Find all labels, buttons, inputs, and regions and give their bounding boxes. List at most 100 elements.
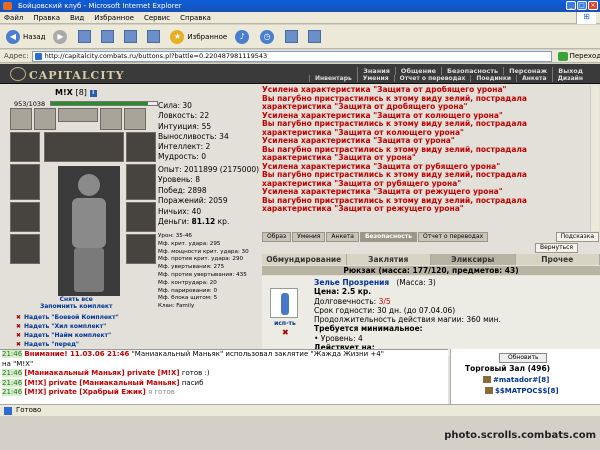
- remember-set-link[interactable]: Запомнить комплект: [40, 303, 112, 310]
- equipment-links: Снять все Запомнить комплект: [40, 296, 112, 310]
- slot-earrings[interactable]: [10, 108, 32, 130]
- go-button[interactable]: Переход: [558, 52, 600, 61]
- tab-skills[interactable]: Умения: [292, 232, 326, 242]
- slot-gloves[interactable]: [10, 234, 40, 264]
- hint-button[interactable]: Подсказка: [555, 232, 599, 242]
- character-name[interactable]: M!X [8] i: [55, 88, 97, 97]
- set-link-heal[interactable]: Надеть "Хил комплект": [16, 323, 119, 330]
- tab-other[interactable]: Прочее: [516, 254, 600, 265]
- chat-line: 21:46 [Маниакальный Маньяк] private [M!X…: [2, 369, 210, 377]
- slot-boots[interactable]: [126, 234, 156, 264]
- history-icon: ◷: [260, 29, 275, 44]
- return-button[interactable]: Вернуться: [535, 243, 579, 253]
- set-link-hire[interactable]: Надеть "Найм комплект": [16, 332, 119, 339]
- media-icon: ♪: [235, 29, 250, 44]
- item-mass: (Масса: 3): [396, 278, 436, 287]
- slot-necklace[interactable]: [34, 108, 56, 130]
- character-figure: [58, 166, 120, 296]
- slot-ring-1[interactable]: [100, 108, 122, 130]
- tab-profile[interactable]: Анкета: [326, 232, 359, 242]
- item-details: Зелье Прозрения (Масса: 3) Цена: 2.5 кр.…: [314, 278, 501, 352]
- tab-spells[interactable]: Заклятия: [347, 254, 431, 265]
- refresh-button[interactable]: [101, 30, 116, 43]
- nav-communication[interactable]: Общение: [394, 67, 441, 75]
- print-button[interactable]: [308, 30, 323, 43]
- slot-helmet[interactable]: [10, 132, 40, 162]
- slot-belt[interactable]: [58, 108, 98, 122]
- game-header: CAPITALCITY Знания Общение Безопасность …: [0, 64, 600, 84]
- nav-knowledge[interactable]: Знания: [357, 67, 395, 75]
- mod-crit-power: Мф. мощности крит. удара: 30: [158, 248, 249, 255]
- room-title: Торговый Зал (496): [465, 364, 551, 373]
- menu-favorites[interactable]: Избранное: [94, 14, 134, 22]
- roster-user[interactable]: #matador#[8]: [483, 376, 549, 384]
- slot-shield[interactable]: [126, 164, 156, 200]
- home-button[interactable]: [124, 30, 139, 43]
- address-bar: Адрес: http://capitalcity.combats.ru/but…: [0, 50, 600, 63]
- mod-parry: Мф. парирования: 0: [158, 287, 218, 294]
- menu-file[interactable]: Файл: [4, 14, 23, 22]
- delete-item-icon[interactable]: ✖: [282, 328, 289, 337]
- hp-bar: [50, 101, 158, 106]
- stat-draws: Ничьих: 40: [158, 206, 202, 216]
- chat-line: 21:46 [M!X] private [Маниакальный Маньяк…: [2, 378, 204, 387]
- nav-profile[interactable]: Анкета: [516, 75, 551, 82]
- tab-elixirs[interactable]: Эликсиры: [431, 254, 516, 265]
- forward-button[interactable]: ▶: [53, 29, 70, 44]
- clan[interactable]: Клан: Family: [158, 303, 264, 311]
- remove-all-link[interactable]: Снять все: [40, 296, 112, 303]
- inventory-tabs: Обмундирование Заклятия Эликсиры Прочее: [262, 254, 600, 265]
- slot-armor[interactable]: [10, 202, 40, 232]
- nav-inventory[interactable]: Инвентарь: [308, 75, 357, 82]
- equipment-panel: [10, 108, 160, 298]
- set-link-before[interactable]: Надеть "перед": [16, 341, 119, 348]
- info-icon[interactable]: i: [89, 90, 97, 97]
- tab-transfer-report[interactable]: Отчет о переводах: [418, 232, 489, 242]
- slot-weapon[interactable]: [10, 164, 40, 200]
- menu-edit[interactable]: Правка: [33, 14, 60, 22]
- menu-view[interactable]: Вид: [70, 14, 84, 22]
- favorites-button[interactable]: ★ Избранное: [170, 29, 227, 44]
- back-button[interactable]: ◀ Назад: [6, 29, 45, 44]
- minimize-button[interactable]: _: [566, 1, 576, 10]
- tab-equipment[interactable]: Обмундирование: [262, 254, 347, 265]
- stop-button[interactable]: [78, 30, 93, 43]
- nav-transfer-report[interactable]: Отчет о переводах: [393, 75, 471, 82]
- address-input[interactable]: http://capitalcity.combats.ru/buttons.pl…: [31, 50, 552, 62]
- effects-log: Усилена характеристика "Защита от дробящ…: [262, 86, 590, 231]
- log-scrollbar[interactable]: [590, 86, 599, 231]
- nav-skills[interactable]: Умения: [356, 75, 394, 82]
- ie-icon: [3, 2, 12, 10]
- slot-pants[interactable]: [126, 202, 156, 232]
- stat-losses: Поражений: 2059: [158, 196, 228, 206]
- close-button[interactable]: ×: [588, 1, 598, 10]
- stat-money: Деньги: 81.12 кр.: [158, 217, 230, 227]
- browser-toolbar: ◀ Назад ▶ ★ Избранное ♪ ◷: [0, 25, 600, 49]
- history-button[interactable]: ◷: [260, 29, 277, 44]
- media-button[interactable]: ♪: [235, 29, 252, 44]
- refresh-roster-button[interactable]: Обновить: [499, 353, 548, 363]
- nav-design[interactable]: Дизайн: [551, 75, 588, 82]
- slot-spells[interactable]: [44, 132, 124, 162]
- sub-nav: Инвентарь Умения Отчет о переводах Поеди…: [308, 75, 588, 82]
- item-name[interactable]: Зелье Прозрения: [314, 278, 389, 287]
- menu-tools[interactable]: Сервис: [144, 14, 170, 22]
- tab-image[interactable]: Образ: [262, 232, 292, 242]
- menu-help[interactable]: Справка: [180, 14, 211, 22]
- nav-security[interactable]: Безопасность: [441, 67, 503, 75]
- roster-user[interactable]: $$MATPOC$$[8]: [485, 387, 559, 395]
- search-button[interactable]: [147, 30, 162, 43]
- nav-battles[interactable]: Поединки: [470, 75, 516, 82]
- slot-bracers[interactable]: [126, 132, 156, 162]
- slot-ring-2[interactable]: [124, 108, 146, 130]
- nav-exit[interactable]: Выход: [552, 67, 588, 75]
- use-item-link[interactable]: исп-ть: [268, 320, 302, 327]
- mail-button[interactable]: [285, 30, 300, 43]
- nav-character[interactable]: Персонаж: [503, 67, 552, 75]
- maximize-button[interactable]: □: [577, 1, 587, 10]
- item-term: Срок годности: 30 дн. (до 07.04.06): [314, 305, 456, 315]
- stat-experience: Опыт: 2011899 (2175000): [158, 165, 260, 174]
- set-link-battle[interactable]: Надеть "Боевой Комплект": [16, 314, 119, 321]
- tab-security[interactable]: Безопасность: [359, 232, 418, 242]
- progress-stats: Опыт: 2011899 (2175000) Уровень: 8 Побед…: [158, 165, 259, 227]
